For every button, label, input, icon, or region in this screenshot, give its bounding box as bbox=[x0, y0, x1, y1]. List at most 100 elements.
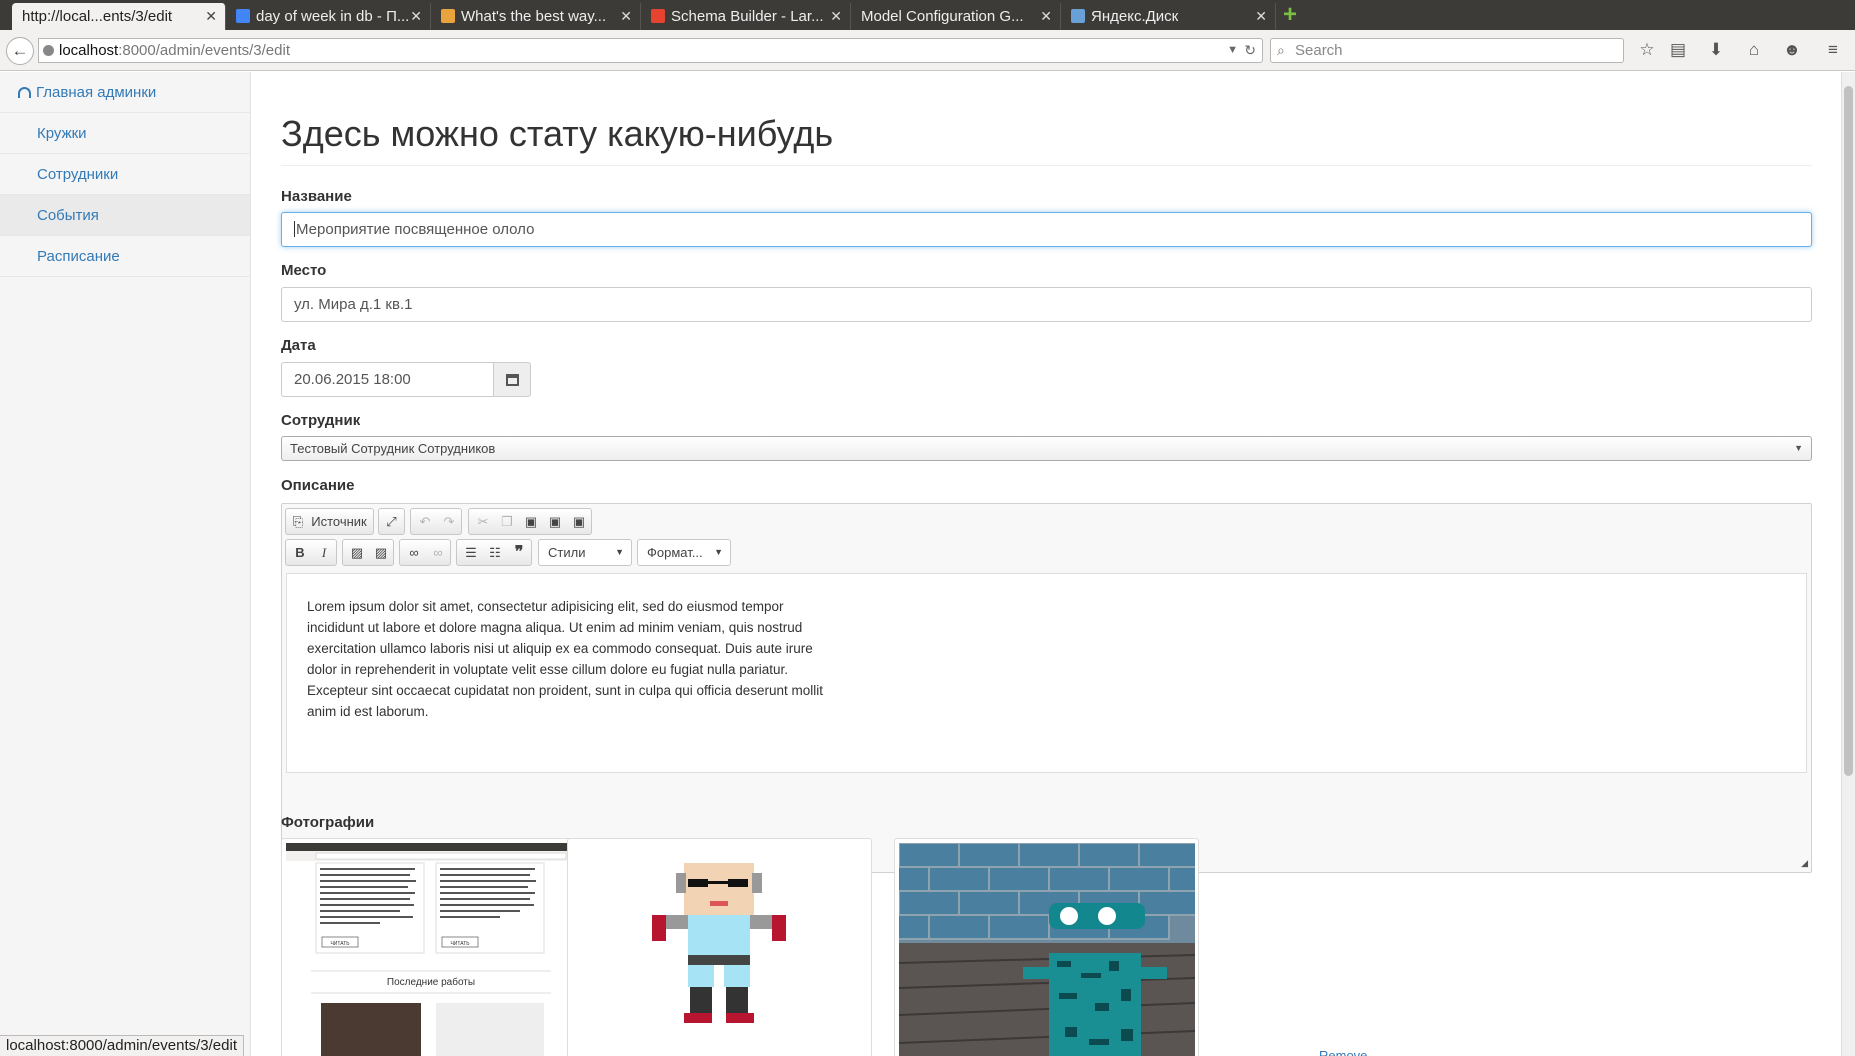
browser-nav-bar: ← localhost:8000/admin/events/3/edit ▼ ↻… bbox=[0, 30, 1855, 71]
rich-text-editor: ⎘ Источник ⤢ ↶ ↷ ✂ ❐ ▣ ▣ ▣ B I ▨ ▨ ∞ ∞ ☰… bbox=[281, 503, 1812, 873]
basic-style-group: B I bbox=[285, 539, 337, 566]
photo-card bbox=[894, 838, 1199, 1056]
link-icon[interactable]: ∞ bbox=[402, 540, 426, 565]
main-content: Здесь можно стату какую-нибудь Название … bbox=[251, 72, 1841, 1056]
tab-label: day of week in db - П... bbox=[256, 8, 410, 25]
sidebar-item-employees[interactable]: Сотрудники bbox=[0, 154, 250, 195]
calendar-button[interactable] bbox=[493, 362, 531, 397]
download-icon[interactable]: ⬇ bbox=[1705, 39, 1727, 61]
sidebar-item-dashboard[interactable]: Главная админки bbox=[0, 72, 250, 113]
close-icon[interactable]: ✕ bbox=[1040, 3, 1052, 30]
image-icon[interactable]: ▨ bbox=[345, 540, 369, 565]
tab-yandex-disk[interactable]: Яндекс.Диск ✕ bbox=[1061, 3, 1276, 30]
tab-best-way[interactable]: What's the best way... ✕ bbox=[431, 3, 641, 30]
search-input[interactable]: ⌕ Search bbox=[1270, 38, 1624, 63]
admin-sidebar: Главная админки Кружки Сотрудники Событи… bbox=[0, 72, 251, 1056]
url-path: :8000/admin/events/3/edit bbox=[118, 42, 290, 59]
thumb-read-button: ЧИТАТЬ bbox=[330, 941, 350, 947]
tab-label: http://local...ents/3/edit bbox=[22, 8, 173, 25]
description-label: Описание bbox=[281, 477, 355, 494]
cut-icon[interactable]: ✂ bbox=[471, 509, 495, 534]
close-icon[interactable]: ✕ bbox=[205, 3, 217, 30]
date-field[interactable]: 20.06.2015 18:00 bbox=[281, 362, 494, 397]
employee-value: Тестовый Сотрудник Сотрудников bbox=[290, 441, 496, 456]
copy-icon[interactable]: ❐ bbox=[495, 509, 519, 534]
tab-model-config[interactable]: Model Configuration G... ✕ bbox=[851, 3, 1061, 30]
scrollbar-thumb[interactable] bbox=[1844, 86, 1853, 776]
sidebar-item-clubs[interactable]: Кружки bbox=[0, 113, 250, 154]
name-field[interactable]: Мероприятие посвященное ололо bbox=[281, 212, 1812, 247]
numbered-list-icon[interactable]: ☰ bbox=[459, 540, 483, 565]
photo-3d-scene[interactable] bbox=[899, 843, 1195, 1056]
back-arrow-icon[interactable]: ← bbox=[6, 37, 34, 65]
yandex-disk-icon bbox=[1071, 9, 1085, 23]
undo-icon[interactable]: ↶ bbox=[413, 509, 437, 534]
dashboard-icon bbox=[18, 87, 31, 98]
chevron-down-icon: ▼ bbox=[615, 547, 624, 557]
tab-label: What's the best way... bbox=[461, 8, 607, 25]
undo-redo-group: ↶ ↷ bbox=[410, 508, 462, 535]
photo-card bbox=[567, 838, 872, 1056]
url-host: localhost bbox=[59, 42, 119, 59]
status-bar: localhost:8000/admin/events/3/edit bbox=[0, 1035, 244, 1056]
photo-screenshot-thumbnail[interactable]: ЧИТАТЬ ЧИТАТЬ Последние работы bbox=[286, 843, 582, 1056]
styles-label: Стили bbox=[548, 545, 586, 560]
resize-handle-icon[interactable]: ◢ bbox=[1801, 858, 1808, 869]
tab-schema-builder[interactable]: Schema Builder - Lar... ✕ bbox=[641, 3, 851, 30]
title-divider bbox=[281, 165, 1812, 166]
editor-content-area[interactable]: Lorem ipsum dolor sit amet, consectetur … bbox=[286, 573, 1807, 773]
redo-icon[interactable]: ↷ bbox=[437, 509, 461, 534]
menu-icon[interactable]: ≡ bbox=[1822, 39, 1844, 61]
paste-word-icon[interactable]: ▣ bbox=[567, 509, 591, 534]
close-icon[interactable]: ✕ bbox=[1255, 3, 1267, 30]
close-icon[interactable]: ✕ bbox=[620, 3, 632, 30]
blockquote-icon[interactable]: ❞ bbox=[507, 540, 531, 565]
browser-tab-bar: http://local...ents/3/edit ✕ day of week… bbox=[0, 0, 1855, 30]
paste-icon[interactable]: ▣ bbox=[519, 509, 543, 534]
place-field[interactable]: ул. Мира д.1 кв.1 bbox=[281, 287, 1812, 322]
text-caret bbox=[294, 221, 295, 237]
link-group: ∞ ∞ bbox=[399, 539, 451, 566]
employee-select[interactable]: Тестовый Сотрудник Сотрудников ▼ bbox=[281, 436, 1812, 461]
image-upload-icon[interactable]: ▨ bbox=[369, 540, 393, 565]
name-value: Мероприятие посвященное ололо bbox=[296, 221, 535, 238]
clipboard-group: ✂ ❐ ▣ ▣ ▣ bbox=[468, 508, 592, 535]
close-icon[interactable]: ✕ bbox=[410, 3, 422, 30]
stackoverflow-icon bbox=[441, 9, 455, 23]
format-dropdown[interactable]: Формат... ▼ bbox=[637, 539, 731, 566]
reading-list-icon[interactable]: ▤ bbox=[1667, 39, 1689, 61]
bold-icon[interactable]: B bbox=[288, 540, 312, 565]
maximize-button[interactable]: ⤢ bbox=[378, 508, 405, 535]
tab-events-edit[interactable]: http://local...ents/3/edit ✕ bbox=[12, 3, 226, 30]
url-dropdown-icon[interactable]: ▼ bbox=[1227, 39, 1238, 62]
url-bar[interactable]: localhost:8000/admin/events/3/edit ▼ ↻ bbox=[38, 38, 1263, 63]
employee-label: Сотрудник bbox=[281, 412, 361, 429]
tab-label: Schema Builder - Lar... bbox=[671, 8, 824, 25]
sidebar-item-events[interactable]: События bbox=[0, 195, 250, 236]
photo-card: ЧИТАТЬ ЧИТАТЬ Последние работы bbox=[281, 838, 586, 1056]
reload-icon[interactable]: ↻ bbox=[1244, 39, 1256, 62]
source-button[interactable]: ⎘ Источник bbox=[285, 508, 374, 535]
chat-icon[interactable]: ☻ bbox=[1781, 39, 1803, 61]
unlink-icon[interactable]: ∞ bbox=[426, 540, 450, 565]
italic-icon[interactable]: I bbox=[312, 540, 336, 565]
tab-label: Model Configuration G... bbox=[861, 8, 1024, 25]
page-scrollbar[interactable] bbox=[1841, 72, 1855, 1056]
source-label: Источник bbox=[311, 514, 367, 529]
name-label: Название bbox=[281, 188, 352, 205]
date-label: Дата bbox=[281, 337, 316, 354]
sidebar-item-schedule[interactable]: Расписание bbox=[0, 236, 250, 277]
close-icon[interactable]: ✕ bbox=[830, 3, 842, 30]
paste-text-icon[interactable]: ▣ bbox=[543, 509, 567, 534]
bookmark-star-icon[interactable]: ☆ bbox=[1636, 39, 1658, 61]
home-icon[interactable]: ⌂ bbox=[1743, 39, 1765, 61]
styles-dropdown[interactable]: Стили ▼ bbox=[538, 539, 632, 566]
tab-day-of-week[interactable]: day of week in db - П... ✕ bbox=[226, 3, 431, 30]
bulleted-list-icon[interactable]: ☷ bbox=[483, 540, 507, 565]
new-tab-plus-icon[interactable]: + bbox=[1283, 2, 1297, 28]
photo-pixel-character[interactable] bbox=[572, 843, 868, 1056]
site-info-icon[interactable] bbox=[43, 45, 54, 56]
google-icon bbox=[236, 9, 250, 23]
remove-photo-link[interactable]: Remove bbox=[1319, 1048, 1367, 1056]
tab-label: Яндекс.Диск bbox=[1091, 8, 1179, 25]
